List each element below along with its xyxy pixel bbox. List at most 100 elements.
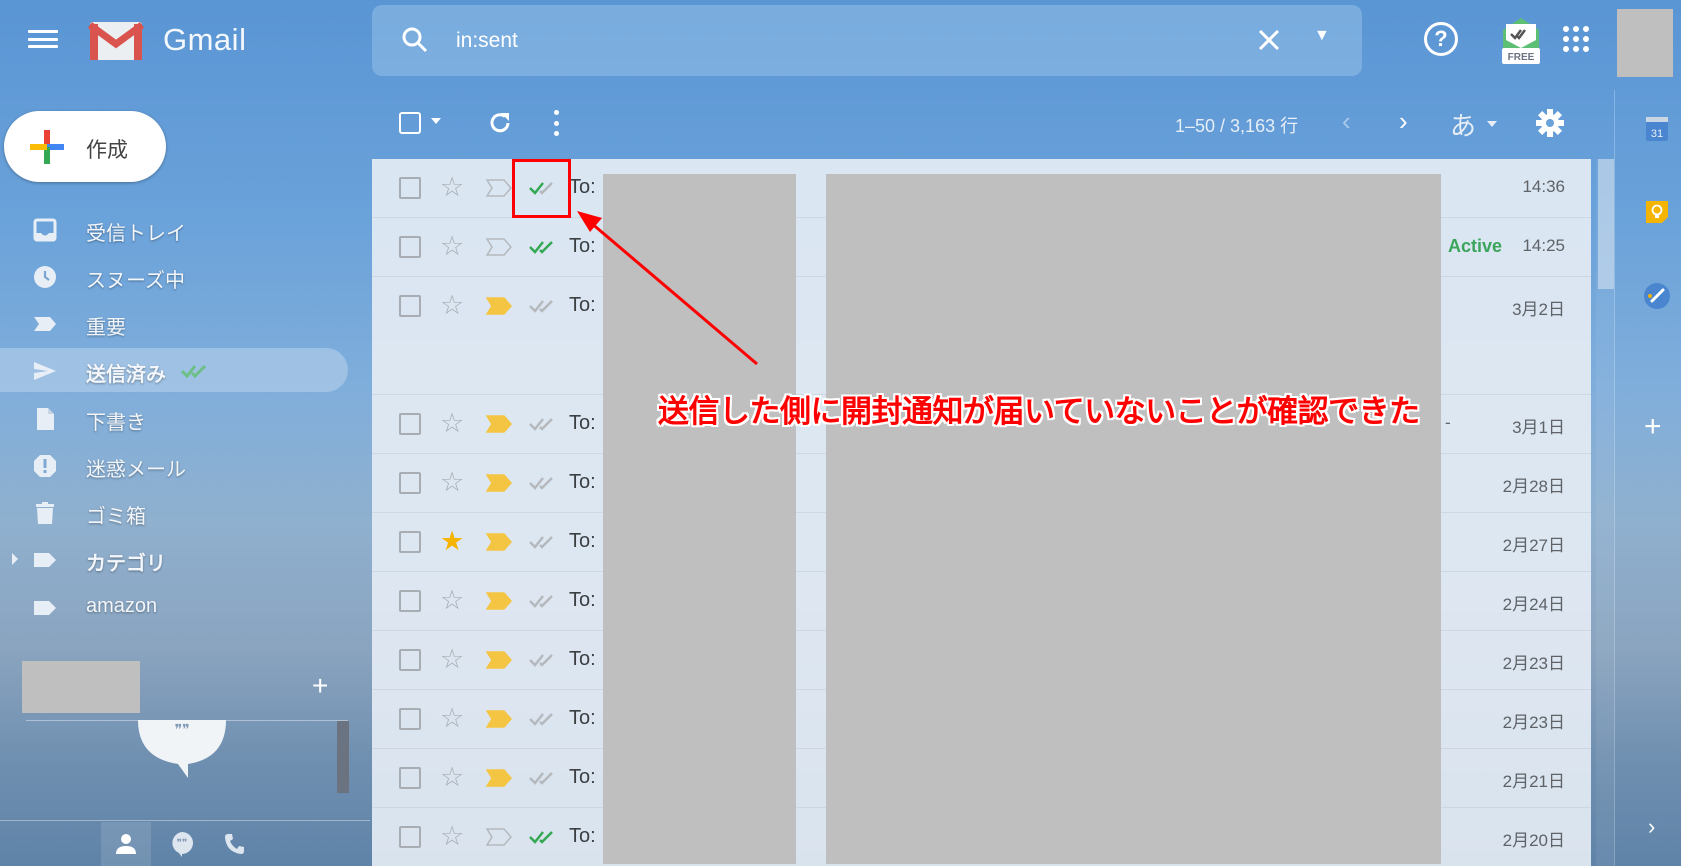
- mail-date: 2月21日: [1502, 772, 1565, 791]
- sidebar-item-label: amazon: [86, 595, 158, 617]
- sidebar-item-3[interactable]: 送信済み: [0, 348, 348, 392]
- sidebar-item-0[interactable]: 受信トレイ: [0, 207, 348, 251]
- row-checkbox[interactable]: [399, 236, 421, 258]
- row-checkbox[interactable]: [399, 649, 421, 671]
- contacts-tab[interactable]: [101, 822, 151, 866]
- hangouts-user-redacted: [22, 661, 140, 713]
- row-checkbox[interactable]: [399, 177, 421, 199]
- star-icon[interactable]: ☆: [440, 410, 464, 437]
- recipient-label: To:: [569, 176, 596, 198]
- star-icon[interactable]: ☆: [440, 587, 464, 614]
- mail-date: 2月23日: [1502, 654, 1565, 673]
- compose-button[interactable]: 作成: [4, 111, 166, 182]
- important-marker-icon[interactable]: [486, 533, 512, 551]
- star-icon[interactable]: ☆: [440, 705, 464, 732]
- sidebar-item-8[interactable]: amazon: [0, 585, 348, 629]
- input-tools-button[interactable]: あ: [1450, 106, 1476, 143]
- star-icon[interactable]: ☆: [440, 233, 464, 260]
- sidebar-item-4[interactable]: 下書き: [0, 396, 348, 440]
- search-input[interactable]: in:sent: [456, 29, 518, 53]
- row-checkbox[interactable]: [399, 531, 421, 553]
- sidebar-item-2[interactable]: 重要: [0, 301, 348, 345]
- keep-icon[interactable]: [1645, 200, 1669, 224]
- sidebar-item-label: 送信済み: [86, 364, 166, 386]
- important-marker-icon[interactable]: [486, 415, 512, 433]
- spam-icon: [32, 453, 58, 479]
- mail-date: 14:36: [1522, 177, 1565, 196]
- star-icon[interactable]: ★: [440, 528, 464, 555]
- important-marker-icon[interactable]: [486, 179, 512, 197]
- sidebar-item-5[interactable]: 迷惑メール: [0, 443, 348, 487]
- search-options-icon[interactable]: ▼: [1314, 27, 1330, 45]
- show-side-panel-icon[interactable]: ›: [1648, 814, 1655, 840]
- read-receipt-icon: [529, 831, 553, 844]
- read-receipt-icon: [529, 536, 553, 549]
- get-addons-icon[interactable]: +: [1644, 410, 1662, 444]
- settings-gear-icon[interactable]: [1536, 109, 1564, 137]
- expand-arrow-icon[interactable]: [12, 553, 18, 565]
- next-page-icon[interactable]: ›: [1399, 106, 1408, 137]
- recipient-label: To:: [569, 766, 596, 788]
- input-tools-dropdown-icon[interactable]: [1487, 121, 1497, 127]
- hangouts-scrollbar[interactable]: [337, 721, 349, 793]
- recipient-label: To:: [569, 235, 596, 257]
- recipient-label: To:: [569, 825, 596, 847]
- mail-date: 3月1日: [1512, 418, 1565, 437]
- row-checkbox[interactable]: [399, 708, 421, 730]
- star-icon[interactable]: ☆: [440, 174, 464, 201]
- row-checkbox[interactable]: [399, 590, 421, 612]
- row-checkbox[interactable]: [399, 767, 421, 789]
- row-checkbox[interactable]: [399, 295, 421, 317]
- row-checkbox[interactable]: [399, 413, 421, 435]
- important-marker-icon[interactable]: [486, 710, 512, 728]
- main-menu-icon[interactable]: [28, 28, 58, 50]
- search-icon[interactable]: [400, 25, 430, 55]
- read-receipt-icon: [529, 477, 553, 490]
- clock-icon: [32, 264, 58, 290]
- important-marker-icon[interactable]: [486, 769, 512, 787]
- search-bar[interactable]: in:sent ▼: [372, 5, 1362, 76]
- add-contact-icon[interactable]: +: [312, 670, 328, 702]
- star-icon[interactable]: ☆: [440, 823, 464, 850]
- close-icon[interactable]: [1252, 23, 1286, 57]
- inbox-icon: [32, 217, 58, 243]
- mail-list-scrollbar-thumb[interactable]: [1598, 159, 1614, 289]
- mail-date: 2月28日: [1502, 477, 1565, 496]
- important-marker-icon[interactable]: [486, 651, 512, 669]
- recipient-label: To:: [569, 294, 596, 316]
- divider: [0, 820, 370, 821]
- important-marker-icon[interactable]: [486, 238, 512, 256]
- phone-tab[interactable]: [210, 822, 260, 866]
- row-checkbox[interactable]: [399, 826, 421, 848]
- important-marker-icon[interactable]: [486, 474, 512, 492]
- account-avatar[interactable]: [1617, 9, 1673, 77]
- recipient-redacted: [603, 174, 796, 864]
- row-checkbox[interactable]: [399, 472, 421, 494]
- more-options-icon[interactable]: [553, 110, 559, 136]
- refresh-icon[interactable]: [487, 110, 513, 136]
- important-marker-icon[interactable]: [486, 828, 512, 846]
- star-icon[interactable]: ☆: [440, 292, 464, 319]
- sidebar-item-7[interactable]: カテゴリ: [0, 537, 348, 581]
- important-marker-icon[interactable]: [486, 297, 512, 315]
- sidebar-item-1[interactable]: スヌーズ中: [0, 254, 348, 298]
- conversations-tab[interactable]: ❞❞: [157, 822, 207, 866]
- star-icon[interactable]: ☆: [440, 469, 464, 496]
- read-receipt-extension-icon[interactable]: FREE: [1499, 16, 1543, 66]
- gmail-logo-icon[interactable]: [88, 20, 144, 62]
- sidebar-item-label: 迷惑メール: [86, 459, 186, 481]
- read-receipt-icon: [529, 300, 553, 313]
- star-icon[interactable]: ☆: [440, 764, 464, 791]
- previous-page-icon[interactable]: ‹: [1342, 106, 1351, 137]
- star-icon[interactable]: ☆: [440, 646, 464, 673]
- important-marker-icon[interactable]: [486, 592, 512, 610]
- svg-text:❞❞: ❞❞: [174, 721, 189, 737]
- help-icon[interactable]: ?: [1424, 22, 1458, 56]
- sidebar-item-6[interactable]: ゴミ箱: [0, 490, 348, 534]
- tasks-icon[interactable]: [1643, 282, 1671, 310]
- select-dropdown-icon[interactable]: [431, 118, 441, 124]
- apps-grid-icon[interactable]: [1563, 26, 1589, 52]
- calendar-icon[interactable]: 31: [1645, 116, 1669, 142]
- select-all-checkbox[interactable]: [399, 112, 421, 134]
- sidebar-item-label: ゴミ箱: [86, 506, 146, 528]
